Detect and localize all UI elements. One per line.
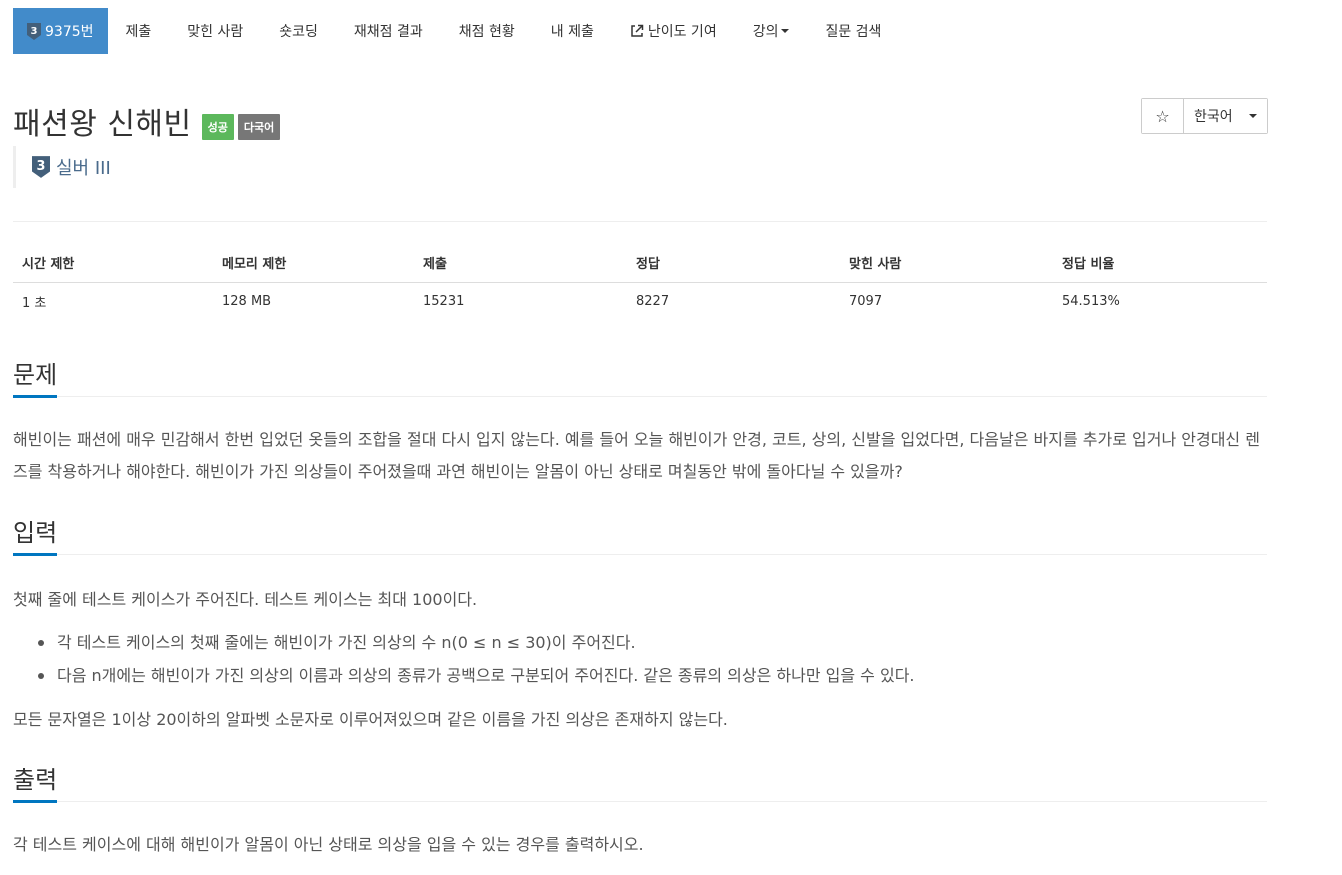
nav-my-submissions[interactable]: 내 제출 [533, 8, 612, 54]
silver-tier-icon: 3 [27, 22, 41, 40]
section-underline [13, 553, 57, 556]
language-select-button[interactable]: 한국어 [1184, 99, 1267, 133]
header-submissions: 제출 [414, 243, 627, 283]
input-intro: 첫째 줄에 테스트 케이스가 주어진다. 테스트 케이스는 최대 100이다. [13, 590, 478, 609]
cell-accept-ratio: 54.513% [1062, 294, 1120, 310]
nav-problem-id-label: 9375번 [45, 24, 94, 40]
list-item: 다음 n개에는 해빈이가 가진 의상의 이름과 의상의 종류가 공백으로 구분되… [13, 659, 1273, 692]
input-bullet-list: 각 테스트 케이스의 첫째 줄에는 해빈이가 가진 의상의 수 n(0 ≤ n … [13, 626, 1273, 692]
cell-solved-users: 7097 [849, 294, 883, 310]
table-row: 1 초 128 MB 15231 8227 7097 54.513% [13, 282, 1267, 321]
divider [13, 554, 1267, 555]
tier-label[interactable]: 실버 III [56, 154, 111, 180]
svg-text:3: 3 [31, 26, 38, 37]
section-problem-heading: 문제 [13, 361, 58, 389]
problem-info-table: 시간 제한 메모리 제한 제출 정답 맞힌 사람 정답 비율 1 초 128 M… [13, 243, 1267, 321]
language-label: 한국어 [1194, 109, 1233, 125]
header-accepted: 정답 [627, 243, 840, 283]
status-badge-success: 성공 [201, 114, 234, 140]
nav-submit[interactable]: 제출 [108, 8, 170, 54]
divider [13, 396, 1267, 397]
cell-accepted: 8227 [636, 294, 670, 310]
list-item: 각 테스트 케이스의 첫째 줄에는 해빈이가 가진 의상의 수 n(0 ≤ n … [13, 626, 1273, 659]
cell-memory-limit: 128 MB [222, 294, 272, 310]
nav-problem-id[interactable]: 3 9375번 [13, 8, 108, 54]
header-time-limit: 시간 제한 [13, 243, 213, 283]
silver-tier-icon: 3 [32, 156, 50, 178]
section-underline [13, 800, 57, 803]
header-accept-ratio: 정답 비율 [1053, 243, 1267, 283]
header-memory-limit: 메모리 제한 [213, 243, 414, 283]
multilang-badge[interactable]: 다국어 [237, 114, 281, 140]
nav-question-search[interactable]: 질문 검색 [807, 8, 899, 54]
nav-status[interactable]: 채점 현황 [441, 8, 533, 54]
nav-contribute-label: 난이도 기여 [647, 24, 717, 40]
section-input-heading: 입력 [13, 519, 58, 547]
external-link-icon [631, 24, 644, 37]
caret-down-icon [1249, 114, 1257, 118]
problem-tier: 3 실버 III [13, 146, 111, 188]
nav-rejudge-results[interactable]: 재채점 결과 [336, 8, 441, 54]
problem-nav: 3 9375번 제출 맞힌 사람 숏코딩 재채점 결과 채점 현황 내 제출 난… [13, 8, 899, 54]
caret-down-icon [781, 29, 790, 33]
problem-description: 해빈이는 패션에 매우 민감해서 한번 입었던 옷들의 조합을 절대 다시 입지… [13, 430, 1260, 481]
section-underline [13, 395, 57, 398]
problem-title: 패션왕 신해빈 [13, 107, 192, 142]
divider [13, 801, 1267, 802]
favorite-star-button[interactable]: ☆ [1142, 99, 1184, 133]
section-output-heading: 출력 [13, 766, 58, 794]
cell-submissions: 15231 [423, 294, 465, 310]
problem-title-row: 패션왕 신해빈 성공 다국어 [13, 99, 281, 143]
svg-text:3: 3 [37, 159, 46, 174]
nav-short-coding[interactable]: 숏코딩 [261, 8, 336, 54]
output-description: 각 테스트 케이스에 대해 해빈이가 알몸이 아닌 상태로 의상을 입을 수 있… [13, 835, 644, 854]
nav-contribute-difficulty[interactable]: 난이도 기여 [612, 8, 735, 54]
cell-time-limit: 1 초 [22, 296, 47, 312]
table-header-row: 시간 제한 메모리 제한 제출 정답 맞힌 사람 정답 비율 [13, 243, 1267, 283]
nav-solved-users[interactable]: 맞힌 사람 [169, 8, 261, 54]
input-outro: 모든 문자열은 1이상 20이하의 알파벳 소문자로 이루어져있으며 같은 이름… [13, 710, 728, 729]
problem-actions: ☆ 한국어 [1141, 98, 1268, 134]
nav-lecture-label: 강의 [752, 24, 779, 40]
star-icon: ☆ [1155, 106, 1170, 126]
header-solved-users: 맞힌 사람 [840, 243, 1053, 283]
divider [13, 221, 1267, 222]
nav-lecture-dropdown[interactable]: 강의 [735, 8, 808, 54]
